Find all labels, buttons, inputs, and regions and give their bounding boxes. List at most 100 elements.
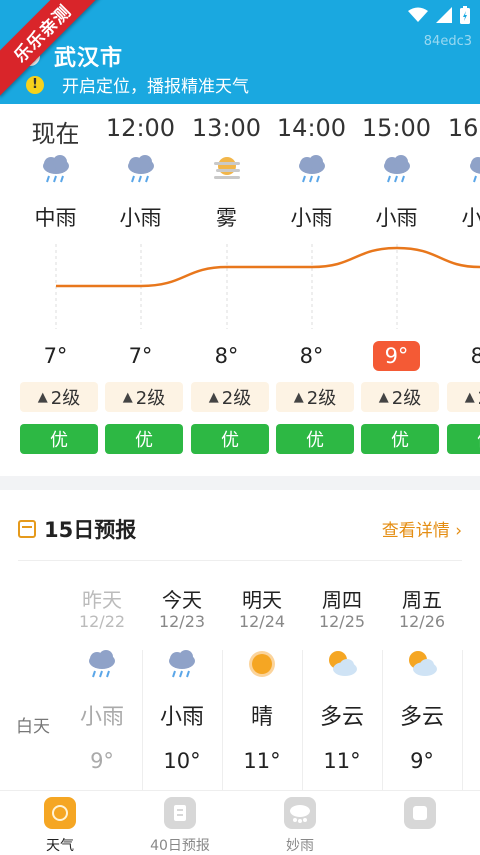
battery-icon [460,6,470,24]
day-temperature: 9° [90,749,114,773]
day-column[interactable]: 周五 12/26 多云 9° [382,584,462,773]
day-name: 昨天 [82,588,122,612]
bottom-tab-bar: 天气 40日预报 妙雨 [0,790,480,855]
daily-header: 15日预报 [18,514,136,544]
day-name: 今天 [162,588,202,612]
aqi-badge: 优 [447,424,480,454]
weather-tab-icon [44,797,76,829]
day-column[interactable]: 周四 12/25 多云 11° [302,584,382,773]
daytime-label: 白天 [16,717,50,737]
tab-label: 40日预报 [150,838,210,854]
device-id: 84edc3 [423,34,472,49]
aqi-badge: 优 [276,424,354,454]
aqi-badge: 优 [20,424,98,454]
day-condition: 小雨 [159,705,204,730]
divider [18,560,462,561]
column-separator [382,650,383,790]
tab-forecast[interactable]: 40日预报 [120,797,240,855]
hour-time: 16:00 [447,114,480,142]
aqi-badge: 优 [105,424,183,454]
fog-icon [210,152,244,186]
warning-icon: ! [26,75,44,94]
hour-temperature: 7° [128,344,153,368]
cloudy-icon [405,647,439,681]
column-separator [222,650,223,790]
hour-condition: 雾 [216,206,237,230]
day-condition: 晴 [250,705,273,730]
tab-label: 妙雨 [286,838,314,854]
light-rain-icon [380,152,414,186]
light-rain-icon [165,647,199,681]
wind-badge: ▲2级 [447,382,480,412]
wifi-icon [408,7,428,22]
day-date: 12/26 [398,612,446,631]
column-separator [302,650,303,790]
temperature-curve [55,244,480,329]
hour-temperature: 9° [354,341,439,371]
forecast-tab-icon [164,797,196,829]
tab-more[interactable] [360,797,480,835]
rain-tab-icon [284,797,316,829]
day-column[interactable]: 昨天 12/22 小雨 9° [62,584,142,773]
calendar-icon [18,520,36,538]
tab-label: 天气 [46,838,74,854]
hourly-forecast[interactable]: 现在 中雨 7° ▲ 2级优 12:00 小雨 7° ▲ 2级优 13:00 雾 8° ▲ 2级优 14:00… [0,104,480,476]
day-column[interactable]: 明天 12/24 晴 11° [222,584,302,773]
tab-rain[interactable]: 妙雨 [240,797,360,855]
aqi-badge: 优 [191,424,269,454]
cloudy-icon [325,647,359,681]
wind-direction-icon: ▲ [293,389,304,405]
day-condition: 多云 [399,705,444,730]
wind-direction-icon: ▲ [208,389,219,405]
status-bar [408,6,470,24]
day-temperature: 10° [163,749,201,773]
day-name: 周五 [402,588,442,612]
day-temperature: 11° [323,749,361,773]
day-name: 明天 [242,588,282,612]
day-date: 12/22 [78,612,126,631]
day-date: 12/25 [318,612,366,631]
day-condition: 小雨 [79,705,124,730]
wind-badge: ▲2级 [191,382,269,412]
hour-time: 15:00 [361,114,432,142]
column-separator [462,650,463,790]
view-details-link[interactable]: 查看详情 › [382,516,462,541]
location-notice[interactable]: ! 开启定位，播报精准天气 [26,72,249,97]
hour-condition: 小雨 [290,206,333,230]
fifteen-day-forecast: 15日预报 查看详情 › 白天 昨天 12/22 小雨 9° 今天 12/23 小雨 10° 明… [0,490,480,790]
more-tab-icon [404,797,436,829]
day-date: 12/23 [158,612,206,631]
city-name: 武汉市 [54,46,124,71]
daily-title: 15日预报 [44,518,137,542]
column-separator [142,650,143,790]
day-column[interactable]: 今天 12/23 小雨 10° [142,584,222,773]
light-rain-icon [466,152,480,186]
notice-text: 开启定位，播报精准天气 [62,77,249,97]
day-condition: 多云 [319,705,364,730]
wind-direction-icon: ▲ [464,389,475,405]
wind-badge: ▲2级 [20,382,98,412]
signal-icon [436,7,452,23]
wind-direction-icon: ▲ [122,389,133,405]
day-name: 周四 [322,588,362,612]
header: 84edc3 武汉市 ! 开启定位，播报精准天气 乐乐亲测 [0,0,480,104]
sunny-icon [245,647,279,681]
hour-temperature: 8° [470,344,480,368]
light-rain-icon [85,647,119,681]
day-temperature: 11° [243,749,281,773]
hour-time: 13:00 [191,114,262,142]
hour-temperature: 8° [214,344,239,368]
hour-time: 现在 [31,120,80,148]
wind-direction-icon: ▲ [37,389,48,405]
day-date: 12/24 [238,612,286,631]
aqi-badge: 优 [361,424,439,454]
moderate-rain-icon [39,152,73,186]
hour-temperature: 7° [43,344,68,368]
wind-direction-icon: ▲ [378,389,389,405]
wind-badge: ▲2级 [361,382,439,412]
hour-condition: 小雨 [119,206,162,230]
tab-weather[interactable]: 天气 [0,797,120,855]
day-temperature: 9° [410,749,434,773]
hour-condition: 中雨 [34,206,77,230]
wind-badge: ▲2级 [276,382,354,412]
